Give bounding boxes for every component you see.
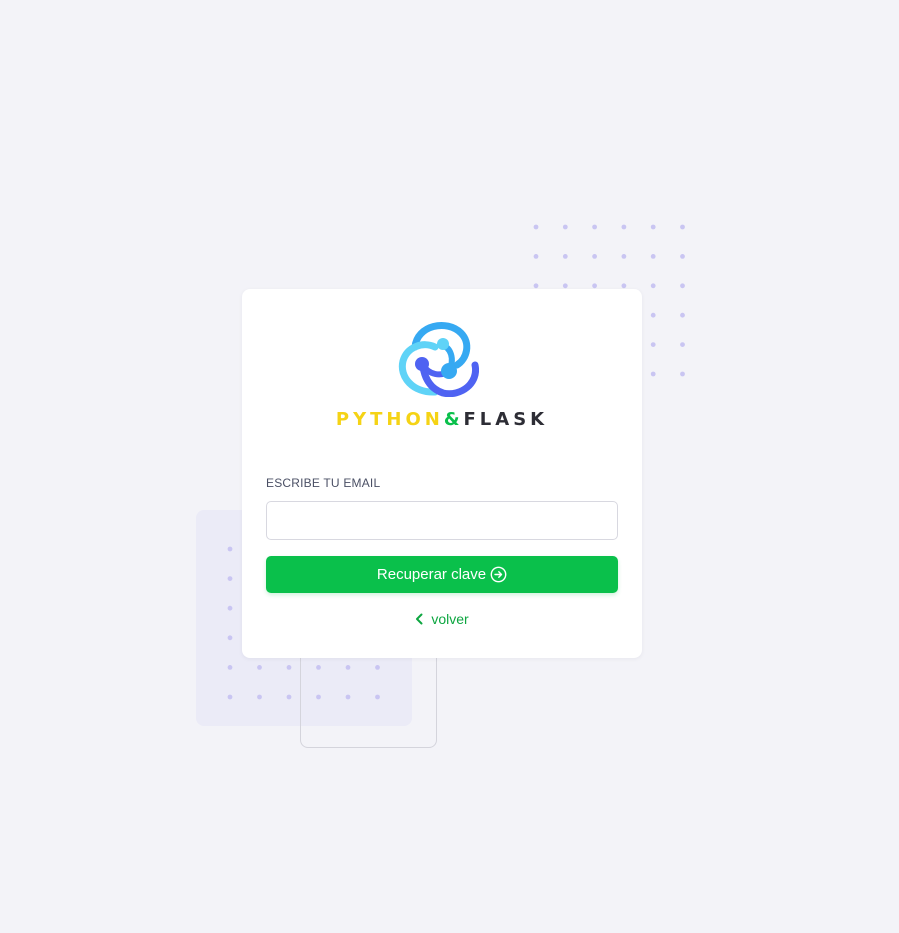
decorative-dot bbox=[227, 546, 233, 552]
decorative-dot bbox=[533, 224, 539, 230]
decorative-dot bbox=[257, 665, 262, 670]
decorative-dot bbox=[650, 224, 656, 230]
decorative-dot bbox=[621, 254, 627, 259]
decorative-dot bbox=[227, 605, 233, 611]
brand-python-text: PYTHON bbox=[335, 409, 444, 430]
decorative-dot bbox=[621, 224, 627, 230]
python-flask-logo-icon bbox=[398, 322, 479, 397]
decorative-dot bbox=[680, 254, 685, 259]
decorative-dot bbox=[650, 371, 656, 377]
arrow-circle-right-icon bbox=[490, 566, 507, 583]
decorative-dot bbox=[680, 371, 685, 377]
back-link[interactable]: volver bbox=[242, 611, 642, 627]
decorative-dot bbox=[680, 312, 685, 318]
decorative-dot bbox=[227, 576, 233, 581]
recover-password-card: PYTHON&FLASK ESCRIBE TU EMAIL Recuperar … bbox=[242, 289, 642, 658]
decorative-dot bbox=[533, 283, 539, 289]
decorative-dot bbox=[650, 283, 656, 289]
decorative-dot bbox=[533, 254, 539, 259]
decorative-dot bbox=[257, 694, 262, 700]
brand-wordmark: PYTHON&FLASK bbox=[242, 409, 642, 431]
decorative-dot bbox=[286, 665, 292, 670]
decorative-dot bbox=[650, 312, 656, 318]
brand-ampersand-text: & bbox=[443, 409, 464, 430]
chevron-left-icon bbox=[416, 613, 423, 625]
decorative-dot bbox=[227, 665, 233, 670]
decorative-dot bbox=[592, 224, 597, 230]
decorative-dot bbox=[592, 254, 597, 259]
decorative-dot bbox=[286, 694, 292, 700]
decorative-dot bbox=[227, 635, 233, 641]
decorative-dot bbox=[562, 224, 568, 230]
back-link-label: volver bbox=[431, 611, 469, 627]
decorative-dot bbox=[562, 283, 568, 289]
decorative-dot bbox=[680, 224, 685, 230]
decorative-dot bbox=[227, 694, 233, 700]
brand-flask-text: FLASK bbox=[463, 409, 549, 430]
decorative-dot bbox=[680, 283, 685, 289]
recover-password-button-label: Recuperar clave bbox=[376, 566, 487, 583]
recover-password-button[interactable]: Recuperar clave bbox=[266, 556, 618, 593]
decorative-dot bbox=[680, 342, 685, 347]
email-input[interactable] bbox=[266, 501, 618, 540]
decorative-dot bbox=[562, 254, 568, 259]
email-label: ESCRIBE TU EMAIL bbox=[266, 476, 381, 490]
decorative-dot bbox=[592, 283, 597, 289]
decorative-dot bbox=[621, 283, 627, 289]
decorative-dot bbox=[650, 342, 656, 347]
decorative-dot bbox=[650, 254, 656, 259]
